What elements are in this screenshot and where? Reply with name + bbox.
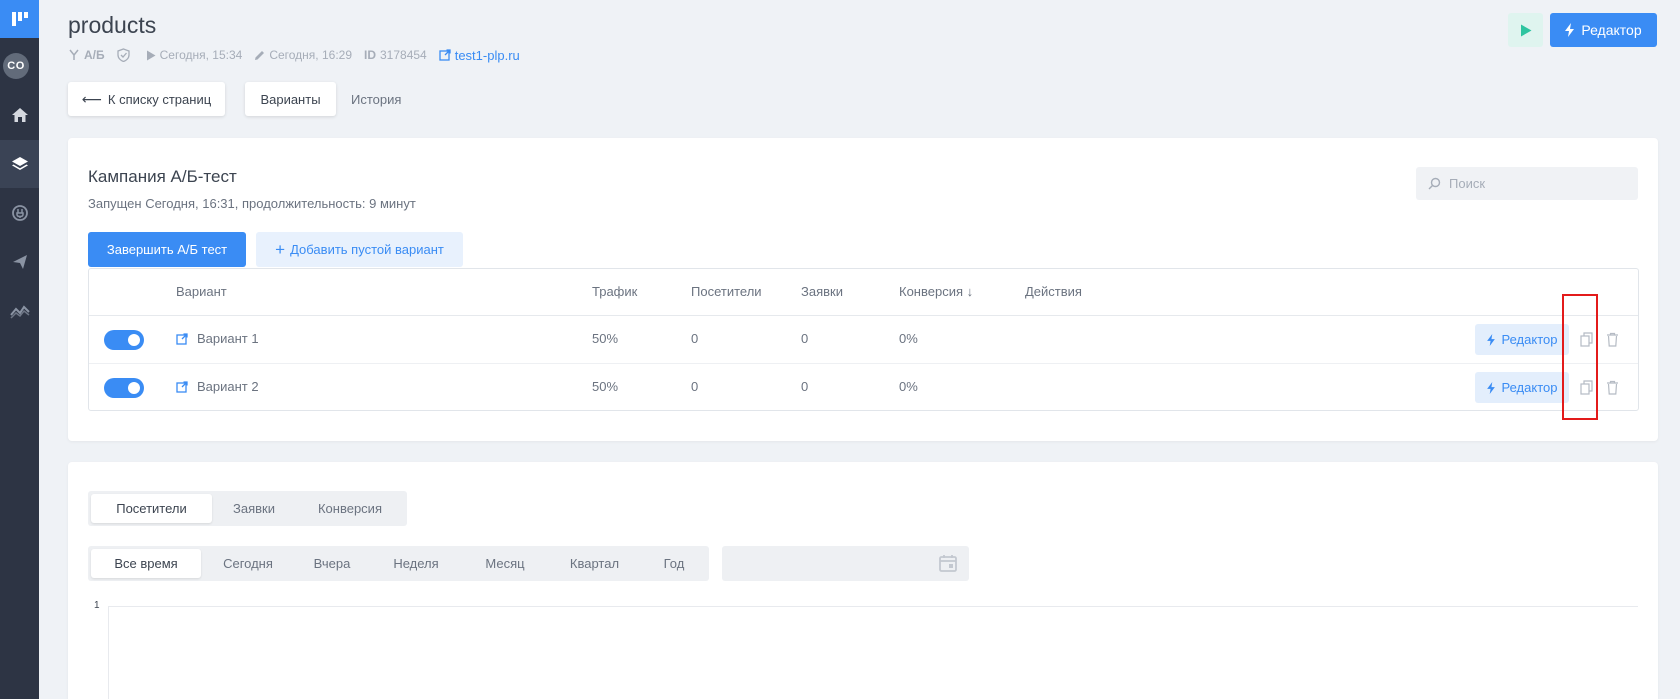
variant-toggle[interactable] (104, 378, 144, 398)
tab-yesterday[interactable]: Вчера (295, 549, 369, 578)
campaign-status: Запущен Сегодня, 16:31, продолжительност… (88, 196, 416, 211)
logo-icon[interactable] (0, 0, 39, 38)
calendar-icon (939, 555, 957, 572)
tab-conversion[interactable]: Конверсия (296, 494, 404, 523)
stats-card: Посетители Заявки Конверсия Все время Се… (68, 462, 1658, 699)
table-row: Вариант 2 50% 0 0 0% Редактор (89, 363, 1638, 410)
tab-variants[interactable]: Варианты (245, 82, 336, 116)
lightning-icon (1486, 333, 1495, 346)
send-icon (12, 255, 27, 269)
tab-visitors[interactable]: Посетители (91, 494, 212, 523)
conversion-value: 0% (899, 331, 918, 346)
page-id: ID 3178454 (364, 48, 427, 62)
leads-value: 0 (801, 331, 809, 346)
lightning-icon (1486, 381, 1495, 394)
tab-history[interactable]: История (345, 82, 407, 116)
search-icon (1428, 177, 1441, 190)
visitors-value: 0 (691, 331, 699, 346)
conversion-value: 0% (899, 379, 918, 394)
column-variant: Вариант (176, 284, 227, 299)
tab-month[interactable]: Месяц (463, 549, 547, 578)
period-tabs: Все время Сегодня Вчера Неделя Месяц Ква… (88, 546, 709, 581)
sidebar-item-integrations[interactable] (0, 189, 39, 237)
sidebar-item-analytics[interactable] (0, 287, 39, 335)
pencil-icon (255, 50, 265, 60)
tab-year[interactable]: Год (642, 549, 706, 578)
preview-button[interactable] (1508, 13, 1543, 47)
page-title: products (68, 12, 157, 38)
domain-link[interactable]: test1-plp.ru (439, 48, 520, 63)
variants-table: Вариант Трафик Посетители Заявки Конверс… (88, 268, 1639, 411)
tab-week[interactable]: Неделя (369, 549, 463, 578)
column-traffic: Трафик (592, 284, 638, 299)
column-actions: Действия (1025, 284, 1082, 299)
plus-icon: + (275, 240, 286, 259)
toggle-knob (128, 334, 140, 346)
variant-editor-button[interactable]: Редактор (1475, 372, 1569, 403)
trash-icon[interactable] (1603, 378, 1621, 396)
traffic-value: 50% (592, 331, 619, 346)
play-icon (1520, 24, 1531, 36)
highlight-box (1562, 294, 1598, 420)
layers-icon (11, 157, 28, 170)
integrations-icon (11, 205, 28, 221)
back-to-pages-button[interactable]: ⟵ К списку страниц (68, 82, 225, 116)
edited-time: Сегодня, 16:29 (254, 48, 352, 62)
chart-gridline (108, 606, 1638, 607)
shield-icon (116, 48, 134, 62)
tab-today[interactable]: Сегодня (201, 549, 295, 578)
metric-tabs: Посетители Заявки Конверсия (88, 491, 407, 526)
search-input[interactable] (1449, 176, 1629, 191)
variant-toggle[interactable] (104, 330, 144, 350)
column-leads: Заявки (801, 284, 843, 299)
tab-leads[interactable]: Заявки (212, 494, 296, 523)
sidebar-item-send[interactable] (0, 238, 39, 286)
avatar[interactable]: CO (3, 53, 29, 79)
visitors-value: 0 (691, 379, 699, 394)
search-field[interactable] (1416, 167, 1638, 200)
chart-y-axis (108, 606, 109, 699)
variant-link[interactable]: Вариант 2 (176, 379, 259, 394)
campaign-title: Кампания А/Б-тест (88, 167, 237, 186)
sidebar: CO (0, 0, 39, 699)
add-empty-variant-button[interactable]: + Добавить пустой вариант (256, 232, 463, 267)
variant-editor-button[interactable]: Редактор (1475, 324, 1569, 355)
leads-value: 0 (801, 379, 809, 394)
column-conversion-sort[interactable]: Конверсия ↓ (899, 284, 973, 299)
variant-link[interactable]: Вариант 1 (176, 331, 259, 346)
external-link-icon (176, 332, 188, 345)
ab-test-badge: А/Б (68, 48, 105, 62)
arrow-left-icon: ⟵ (81, 90, 102, 107)
home-icon (11, 108, 28, 122)
ab-split-icon (69, 49, 79, 60)
lightning-icon (1565, 23, 1575, 37)
campaign-card: Кампания А/Б-тест Запущен Сегодня, 16:31… (68, 138, 1658, 441)
published-time: Сегодня, 15:34 (146, 48, 242, 62)
column-visitors: Посетители (691, 284, 762, 299)
tab-all-time[interactable]: Все время (91, 549, 201, 578)
sidebar-item-home[interactable] (0, 91, 39, 139)
toggle-knob (128, 382, 140, 394)
traffic-value: 50% (592, 379, 619, 394)
chart-y-tick: 1 (94, 600, 100, 611)
external-link-icon (176, 380, 188, 393)
finish-ab-test-button[interactable]: Завершить А/Б тест (88, 232, 246, 267)
editor-button[interactable]: Редактор (1550, 13, 1657, 47)
play-icon (146, 50, 156, 60)
trash-icon[interactable] (1603, 330, 1621, 348)
external-link-icon (439, 49, 451, 61)
analytics-icon (9, 305, 30, 319)
tab-quarter[interactable]: Квартал (547, 549, 642, 578)
sidebar-item-pages[interactable] (0, 140, 39, 188)
table-header: Вариант Трафик Посетители Заявки Конверс… (89, 269, 1638, 316)
date-range-picker[interactable] (722, 546, 969, 581)
page-meta: А/Б Сегодня, 15:34 Сегодня, 16:29 ID 317… (68, 47, 532, 63)
table-row: Вариант 1 50% 0 0 0% Редактор (89, 316, 1638, 363)
